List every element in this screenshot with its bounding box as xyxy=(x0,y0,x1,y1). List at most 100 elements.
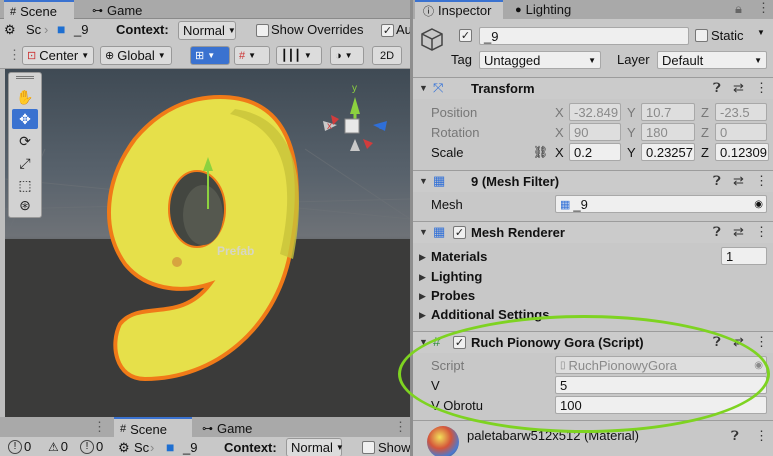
script-component-header[interactable]: ▼ # Ruch Pionowy Gora (Script) ❓︎ ⇄ ⋮ xyxy=(413,331,773,353)
lighting-section-label[interactable]: Lighting xyxy=(431,269,482,284)
lock-icon[interactable]: 🔒︎ xyxy=(735,1,742,17)
scale-tool-button[interactable]: ⤢ xyxy=(12,153,38,173)
hand-tool-button[interactable]: ✋ xyxy=(12,87,38,107)
position-y-field[interactable]: 10.7 xyxy=(641,103,695,121)
rotate-tool-button[interactable]: ⟳ xyxy=(12,131,38,151)
breadcrumb-root[interactable]: Sc xyxy=(26,22,41,37)
transform-tool-button[interactable]: ⊛ xyxy=(12,195,38,215)
context-dropdown[interactable]: Normal ▼ xyxy=(178,21,236,40)
more-options-icon[interactable]: ⋮ xyxy=(755,173,768,189)
help-icon[interactable]: ❓︎ xyxy=(731,428,739,444)
log-count-value: 0 xyxy=(24,439,32,454)
script-object-field[interactable]: ▯ RuchPionowyGora ◉ xyxy=(555,356,767,374)
preset-icon[interactable]: ⇄ xyxy=(733,173,744,189)
expand-caret-icon[interactable]: ▼ xyxy=(419,83,428,93)
mesh-filter-header[interactable]: ▼ ▦ 9 (Mesh Filter) ❓︎ ⇄ ⋮ xyxy=(413,170,773,192)
rect-tool-button[interactable]: ⬚ xyxy=(12,175,38,195)
collapsed-caret-icon[interactable]: ▶ xyxy=(419,291,426,302)
rotation-x-field[interactable]: 90 xyxy=(569,123,621,141)
grid-snap-toggle[interactable]: ⊞ ▼ xyxy=(190,46,230,65)
tab-game[interactable]: ⊶ Game xyxy=(86,0,156,19)
more-options-icon[interactable]: ⋮ xyxy=(394,419,407,435)
mesh-renderer-header[interactable]: ▼ ▦ Mesh Renderer ❓︎ ⇄ ⋮ xyxy=(413,221,773,243)
tab-lighting[interactable]: ● Lighting xyxy=(507,0,587,19)
hierarchy-icon[interactable]: ⚙ xyxy=(4,22,16,38)
breadcrumb-root[interactable]: Sc xyxy=(134,440,149,455)
tab-scene[interactable]: # Scene xyxy=(4,0,74,19)
chevron-down-icon: ▼ xyxy=(303,51,312,60)
static-checkbox[interactable] xyxy=(695,29,708,42)
scale-x-field[interactable]: 0.2 xyxy=(569,143,621,161)
v-field[interactable]: 5 xyxy=(555,376,767,394)
log-count[interactable]: ! 0 xyxy=(8,439,31,454)
active-checkbox[interactable] xyxy=(459,29,472,42)
pivot-dropdown[interactable]: ⊡ Center ▼ xyxy=(22,46,94,65)
more-options-icon[interactable]: ⋮ xyxy=(755,224,768,240)
2d-toggle[interactable]: 2D xyxy=(372,46,402,65)
tab-inspector[interactable]: ⓘ Inspector xyxy=(415,0,503,19)
object-picker-icon[interactable]: ◉ xyxy=(754,360,763,371)
scale-z-field[interactable]: 0.12309 xyxy=(715,143,769,161)
tag-dropdown[interactable]: Untagged ▼ xyxy=(479,51,601,69)
layer-dropdown[interactable]: Default ▼ xyxy=(657,51,767,69)
mesh-renderer-enabled-checkbox[interactable] xyxy=(453,226,466,239)
more-options-icon[interactable]: ⋮ xyxy=(757,0,770,16)
materials-count-field[interactable]: 1 xyxy=(721,247,767,265)
space-dropdown[interactable]: ⊕ Global ▼ xyxy=(100,46,172,65)
link-icon[interactable]: ⛓ xyxy=(533,145,548,159)
more-options-icon[interactable]: ⋮ xyxy=(755,428,768,444)
breadcrumb-object[interactable]: _9 xyxy=(183,440,197,455)
align-toggle[interactable]: ┃┃┃ ▼ xyxy=(276,46,322,65)
orientation-gizmo[interactable] xyxy=(323,97,387,151)
help-icon[interactable]: ❓︎ xyxy=(713,224,721,240)
collapsed-caret-icon[interactable]: ▶ xyxy=(419,310,426,321)
chevron-down-icon: ▼ xyxy=(588,55,596,65)
help-icon[interactable]: ❓︎ xyxy=(713,80,721,96)
show-overrides-checkbox[interactable] xyxy=(362,441,375,454)
mesh-object-field[interactable]: ▦ _9 ◉ xyxy=(555,195,767,213)
tab-game-bottom[interactable]: ⊶ Game xyxy=(196,417,266,437)
auto-save-checkbox[interactable] xyxy=(381,24,394,37)
scene-viewport[interactable]: y x z Prefab xyxy=(5,69,410,417)
static-label: Static xyxy=(711,28,744,43)
transform-header[interactable]: ▼ ⤧ Transform ❓︎ ⇄ ⋮ xyxy=(413,77,773,99)
probes-label[interactable]: Probes xyxy=(431,288,475,303)
script-enabled-checkbox[interactable] xyxy=(453,336,466,349)
more-options-icon[interactable]: ⋮ xyxy=(755,334,768,350)
additional-settings-label[interactable]: Additional Settings xyxy=(431,307,549,322)
collapsed-caret-icon[interactable]: ▶ xyxy=(419,272,426,283)
scale-y-field[interactable]: 0.23257 xyxy=(641,143,695,161)
warning-count[interactable]: ⚠ 0 xyxy=(48,439,68,454)
tab-scene-bottom[interactable]: # Scene xyxy=(114,417,192,437)
help-icon[interactable]: ❓︎ xyxy=(713,334,721,350)
error-count[interactable]: ! 0 xyxy=(80,439,103,454)
more-options-icon[interactable]: ⋮ xyxy=(755,80,768,96)
rotation-y-field[interactable]: 180 xyxy=(641,123,695,141)
increment-snap-toggle[interactable]: # ▼ xyxy=(234,46,270,65)
context-dropdown[interactable]: Normal ▼ xyxy=(286,438,344,456)
help-icon[interactable]: ❓︎ xyxy=(713,173,721,189)
chevron-down-icon: ▼ xyxy=(335,443,344,452)
preset-icon[interactable]: ⇄ xyxy=(733,80,744,96)
chevron-down-icon[interactable]: ▼ xyxy=(757,28,765,37)
materials-label[interactable]: Materials xyxy=(431,249,487,264)
hierarchy-icon[interactable]: ⚙ xyxy=(118,440,130,456)
number-nine-mesh[interactable] xyxy=(107,94,299,382)
breadcrumb-object[interactable]: _9 xyxy=(74,22,88,37)
v-obrotu-field[interactable]: 100 xyxy=(555,396,767,414)
position-x-field[interactable]: -32.849 xyxy=(569,103,621,121)
expand-caret-icon[interactable]: ▼ xyxy=(419,337,428,347)
expand-caret-icon[interactable]: ▼ xyxy=(419,227,428,237)
material-name[interactable]: paletabarw512x512 (Material) xyxy=(467,428,639,443)
rotation-z-field[interactable]: 0 xyxy=(715,123,767,141)
object-name-input[interactable]: _9 xyxy=(479,27,689,45)
object-picker-icon[interactable]: ◉ xyxy=(754,199,763,210)
move-tool-button[interactable]: ✥ xyxy=(12,109,38,129)
expand-caret-icon[interactable]: ▼ xyxy=(419,176,428,186)
show-overrides-checkbox[interactable] xyxy=(256,24,269,37)
preset-icon[interactable]: ⇄ xyxy=(733,224,744,240)
position-z-field[interactable]: -23.5 xyxy=(715,103,767,121)
shading-mode-dropdown[interactable]: ◑ ▼ xyxy=(330,46,364,65)
preset-icon[interactable]: ⇄ xyxy=(733,334,744,350)
collapsed-caret-icon[interactable]: ▶ xyxy=(419,252,426,263)
